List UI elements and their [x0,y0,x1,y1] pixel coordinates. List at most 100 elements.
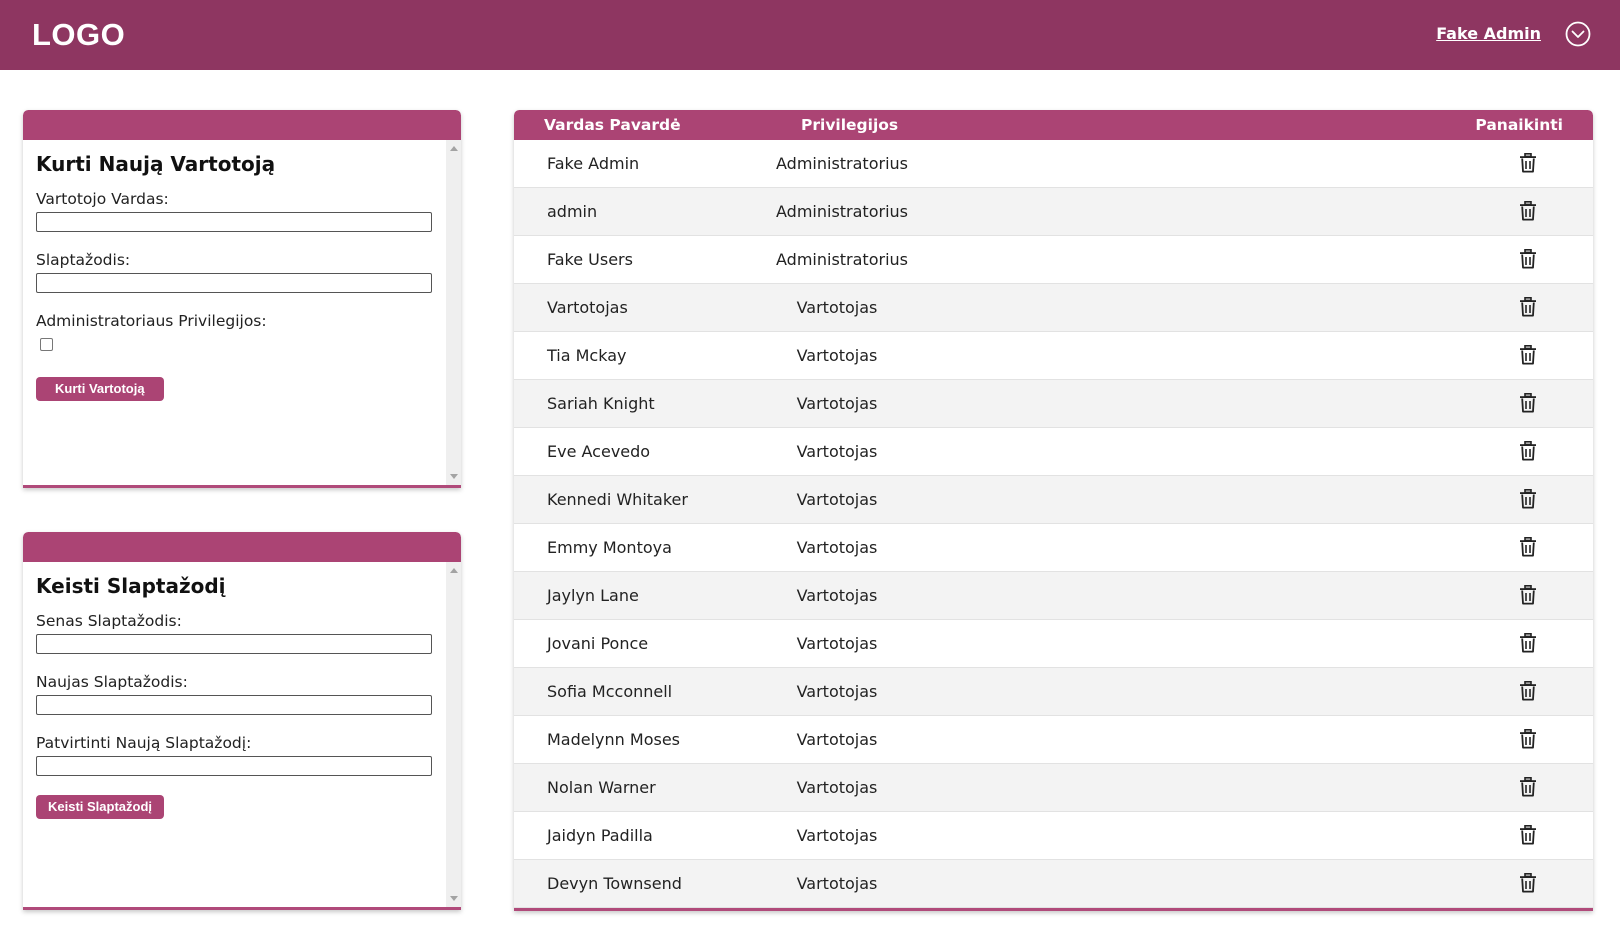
table-row: Jaidyn Padilla Vartotojas [514,812,1593,860]
change-password-title: Keisti Slaptažodį [36,574,226,598]
table-row: Nolan Warner Vartotojas [514,764,1593,812]
user-name-cell: Eve Acevedo [547,442,651,461]
top-bar: LOGO Fake Admin [0,0,1620,70]
user-privilege-cell: Vartotojas [796,538,878,557]
user-privilege-cell: Administratorius [776,250,908,269]
table-header: Vardas Pavardė Privilegijos Panaikinti [514,110,1593,140]
user-privilege-cell: Vartotojas [796,778,878,797]
table-row: Eve Acevedo Vartotojas [514,428,1593,476]
user-privilege-cell: Vartotojas [796,730,878,749]
user-name-cell: Devyn Townsend [547,874,682,893]
table-row: Fake Users Administratorius [514,236,1593,284]
confirm-password-input[interactable] [36,756,432,776]
table-row: Jaylyn Lane Vartotojas [514,572,1593,620]
user-privilege-cell: Vartotojas [796,586,878,605]
table-row: Fake Admin Administratorius [514,140,1593,188]
column-header-name: Vardas Pavardė [544,116,681,134]
trash-icon[interactable] [1519,873,1537,893]
create-user-title: Kurti Naują Vartotoją [36,152,276,176]
old-password-input[interactable] [36,634,432,654]
old-password-label: Senas Slaptažodis: [36,612,182,630]
table-row: Vartotojas Vartotojas [514,284,1593,332]
table-row: Madelynn Moses Vartotojas [514,716,1593,764]
user-name-cell: Kennedi Whitaker [547,490,688,509]
user-name-cell: Fake Users [547,250,633,269]
table-row: Jovani Ponce Vartotojas [514,620,1593,668]
user-privilege-cell: Vartotojas [796,634,878,653]
trash-icon[interactable] [1519,393,1537,413]
trash-icon[interactable] [1519,201,1537,221]
column-header-privileges: Privilegijos [801,116,899,134]
create-user-form: Kurti Naują Vartotoją Vartotojo Vardas: … [23,140,445,485]
trash-icon[interactable] [1519,441,1537,461]
scrollbar[interactable] [446,140,461,485]
scrollbar[interactable] [446,562,461,907]
user-name-cell: Nolan Warner [547,778,656,797]
scroll-up-icon[interactable] [450,568,458,573]
user-privilege-cell: Vartotojas [796,394,878,413]
trash-icon[interactable] [1519,153,1537,173]
user-name-cell: Sofia Mcconnell [547,682,673,701]
trash-icon[interactable] [1519,537,1537,557]
trash-icon[interactable] [1519,681,1537,701]
column-header-delete: Panaikinti [1475,116,1563,134]
user-privilege-cell: Vartotojas [796,490,878,509]
user-name-cell: Tia Mckay [547,346,627,365]
trash-icon[interactable] [1519,345,1537,365]
scroll-up-icon[interactable] [450,146,458,151]
table-row: Devyn Townsend Vartotojas [514,860,1593,908]
admin-privileges-checkbox[interactable] [40,338,53,351]
user-privilege-cell: Vartotojas [796,346,878,365]
user-name-cell: Jaidyn Padilla [547,826,653,845]
scroll-down-icon[interactable] [450,474,458,479]
table-row: Tia Mckay Vartotojas [514,332,1593,380]
create-user-button[interactable]: Kurti Vartotoją [36,377,164,401]
trash-icon[interactable] [1519,633,1537,653]
trash-icon[interactable] [1519,729,1537,749]
user-name-cell: Madelynn Moses [547,730,680,749]
logo[interactable]: LOGO [32,17,125,53]
admin-privileges-label: Administratoriaus Privilegijos: [36,312,267,330]
user-privilege-cell: Vartotojas [796,298,878,317]
user-name-link[interactable]: Fake Admin [1436,24,1541,43]
user-name-cell: Jaylyn Lane [547,586,639,605]
user-privilege-cell: Vartotojas [796,442,878,461]
user-name-cell: Jovani Ponce [547,634,649,653]
trash-icon[interactable] [1519,825,1537,845]
table-row: Sariah Knight Vartotojas [514,380,1593,428]
user-name-cell: Emmy Montoya [547,538,672,557]
password-label: Slaptažodis: [36,251,131,269]
scroll-down-icon[interactable] [450,896,458,901]
username-label: Vartotojo Vardas: [36,190,169,208]
user-name-cell: admin [547,202,598,221]
user-privilege-cell: Vartotojas [796,826,878,845]
trash-icon[interactable] [1519,489,1537,509]
confirm-password-label: Patvirtinti Naują Slaptažodį: [36,734,252,752]
chevron-down-circle-icon[interactable] [1565,21,1591,47]
username-input[interactable] [36,212,432,232]
table-body: Fake Admin Administratorius admin Admini… [514,140,1593,908]
user-name-cell: Fake Admin [547,154,640,173]
table-row: admin Administratorius [514,188,1593,236]
trash-icon[interactable] [1519,777,1537,797]
create-user-panel: Kurti Naują Vartotoją Vartotojo Vardas: … [23,110,461,488]
table-row: Emmy Montoya Vartotojas [514,524,1593,572]
new-password-input[interactable] [36,695,432,715]
change-password-form: Keisti Slaptažodį Senas Slaptažodis: Nau… [23,562,445,907]
trash-icon[interactable] [1519,249,1537,269]
panel-header [23,532,461,562]
panel-header [23,110,461,140]
users-table: Vardas Pavardė Privilegijos Panaikinti F… [514,110,1593,911]
user-name-cell: Sariah Knight [547,394,655,413]
table-row: Kennedi Whitaker Vartotojas [514,476,1593,524]
new-password-label: Naujas Slaptažodis: [36,673,188,691]
change-password-button[interactable]: Keisti Slaptažodį [36,795,165,819]
user-privilege-cell: Administratorius [776,154,908,173]
user-privilege-cell: Vartotojas [796,682,878,701]
trash-icon[interactable] [1519,585,1537,605]
password-input[interactable] [36,273,432,293]
change-password-panel: Keisti Slaptažodį Senas Slaptažodis: Nau… [23,532,461,910]
user-privilege-cell: Vartotojas [796,874,878,893]
table-row: Sofia Mcconnell Vartotojas [514,668,1593,716]
trash-icon[interactable] [1519,297,1537,317]
